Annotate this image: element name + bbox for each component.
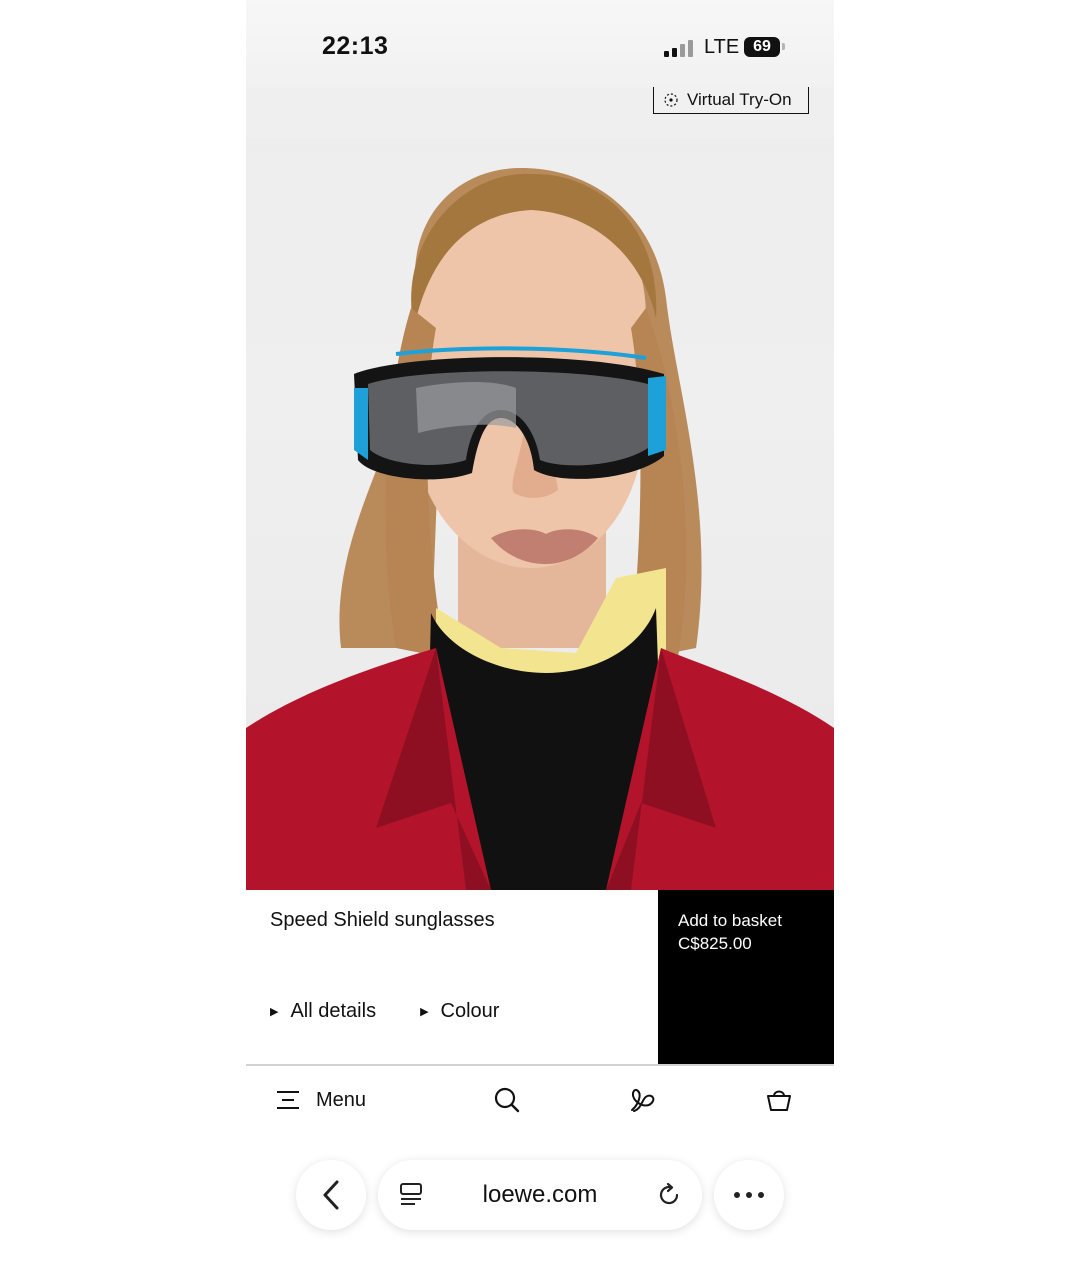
caret-right-icon: ▶ bbox=[420, 1006, 429, 1018]
url-text[interactable]: loewe.com bbox=[483, 1181, 598, 1209]
all-details-toggle[interactable]: ▶ All details bbox=[270, 1000, 376, 1023]
virtual-try-on-label: Virtual Try-On bbox=[687, 90, 792, 109]
basket-button[interactable] bbox=[766, 1082, 792, 1118]
try-on-icon bbox=[664, 93, 678, 107]
more-dots-icon bbox=[734, 1192, 764, 1198]
chevron-left-icon bbox=[323, 1180, 339, 1210]
search-button[interactable] bbox=[494, 1082, 520, 1118]
search-icon bbox=[494, 1087, 520, 1113]
virtual-try-on-button[interactable]: Virtual Try-On bbox=[653, 87, 809, 114]
basket-icon bbox=[767, 1090, 791, 1111]
model-illustration bbox=[246, 88, 834, 890]
battery-icon: 69 bbox=[744, 37, 780, 57]
add-to-basket-label: Add to basket bbox=[678, 911, 782, 930]
network-label: LTE bbox=[704, 36, 740, 58]
signal-icon bbox=[664, 40, 694, 57]
add-to-basket-button[interactable]: Add to basket C$825.00 bbox=[658, 890, 834, 1064]
product-name: Speed Shield sunglasses bbox=[270, 909, 495, 931]
colour-toggle[interactable]: ▶ Colour bbox=[420, 1000, 499, 1023]
menu-icon bbox=[277, 1091, 299, 1109]
colour-label: Colour bbox=[440, 1000, 500, 1022]
menu-button[interactable]: Menu bbox=[276, 1082, 366, 1118]
tab-overview-icon[interactable] bbox=[398, 1182, 424, 1208]
battery-tip bbox=[782, 43, 785, 50]
caret-right-icon: ▶ bbox=[270, 1006, 279, 1018]
status-time: 22:13 bbox=[322, 32, 389, 60]
status-bar: 22:13 LTE 69 bbox=[246, 0, 834, 90]
phone-screen: 22:13 LTE 69 Virtual Try-On Speed Shield… bbox=[246, 0, 834, 1280]
back-button[interactable] bbox=[296, 1160, 366, 1230]
address-bar[interactable]: loewe.com bbox=[378, 1160, 702, 1230]
product-price: C$825.00 bbox=[678, 934, 752, 953]
wishlist-button[interactable] bbox=[628, 1082, 656, 1118]
all-details-label: All details bbox=[290, 1000, 377, 1022]
product-options: ▶ All details ▶ Colour bbox=[270, 1000, 543, 1023]
reload-icon[interactable] bbox=[656, 1182, 682, 1208]
menu-label: Menu bbox=[316, 1088, 367, 1111]
loewe-logo-icon bbox=[631, 1089, 655, 1112]
more-options-button[interactable] bbox=[714, 1160, 784, 1230]
product-image[interactable] bbox=[246, 88, 834, 890]
